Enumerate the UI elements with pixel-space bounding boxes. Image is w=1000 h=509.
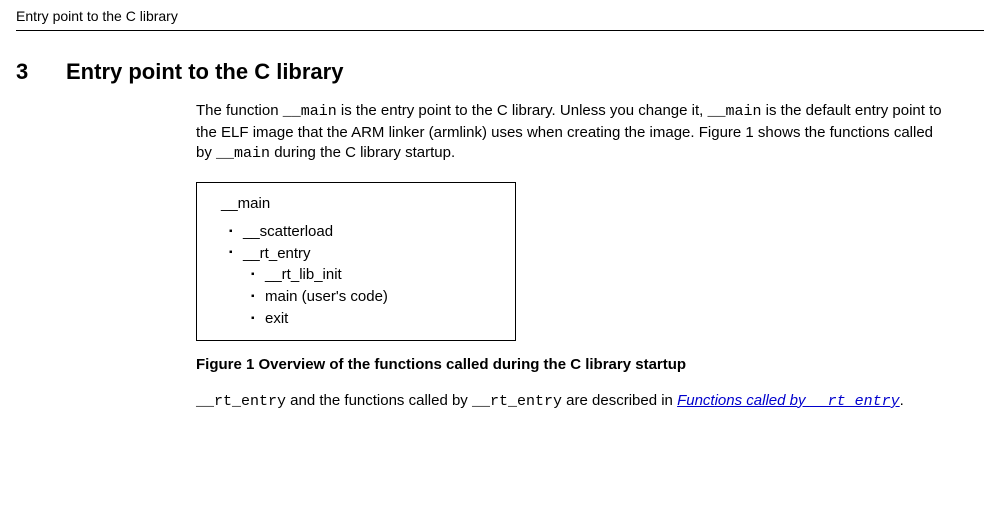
link-functions-called-by-rt-entry[interactable]: Functions called by __rt_entry — [677, 392, 900, 409]
followup-paragraph: __rt_entry and the functions called by _… — [196, 391, 944, 412]
figure-item-label: main (user's code) — [265, 288, 388, 305]
text: . — [900, 392, 904, 409]
figure-box: __main __scatterload __rt_entry __rt_lib… — [196, 182, 516, 341]
section-number: 3 — [16, 59, 66, 85]
figure-list-level1: __scatterload __rt_entry __rt_lib_init m… — [211, 221, 501, 330]
text: and the functions called by — [286, 392, 472, 409]
page: Entry point to the C library 3 Entry poi… — [0, 0, 1000, 447]
figure-item-label: exit — [265, 310, 288, 327]
figure-item-label: __rt_lib_init — [265, 266, 342, 283]
figure-item-rt-entry: __rt_entry __rt_lib_init main (user's co… — [229, 243, 501, 330]
figure-item-label: __scatterload — [243, 223, 333, 240]
code-main: __main — [216, 145, 270, 162]
figure-item-label: __rt_entry — [243, 245, 311, 262]
code-rt-entry: __rt_entry — [472, 393, 562, 410]
text: The function — [196, 102, 283, 119]
figure-list-level2: __rt_lib_init main (user's code) exit — [229, 264, 501, 329]
figure-item-scatterload: __scatterload — [229, 221, 501, 243]
code-main: __main — [283, 103, 337, 120]
body-column: The function __main is the entry point t… — [196, 101, 944, 412]
figure-item-exit: exit — [251, 308, 501, 330]
code-rt-entry: __rt_entry — [196, 393, 286, 410]
section-title: Entry point to the C library — [66, 59, 343, 85]
text: during the C library startup. — [270, 144, 455, 161]
figure-root: __main — [211, 193, 501, 215]
text: is the entry point to the C library. Unl… — [337, 102, 708, 119]
header-rule — [16, 30, 984, 31]
link-code-rt-entry: __rt_entry — [810, 393, 900, 410]
text: are described in — [562, 392, 677, 409]
running-header: Entry point to the C library — [16, 8, 984, 24]
figure-item-rt-lib-init: __rt_lib_init — [251, 264, 501, 286]
link-text: Functions called by — [677, 392, 810, 409]
code-main: __main — [707, 103, 761, 120]
section-heading-row: 3 Entry point to the C library — [16, 59, 984, 85]
figure-item-main-user: main (user's code) — [251, 286, 501, 308]
figure-caption: Figure 1 Overview of the functions calle… — [196, 355, 944, 375]
intro-paragraph: The function __main is the entry point t… — [196, 101, 944, 164]
